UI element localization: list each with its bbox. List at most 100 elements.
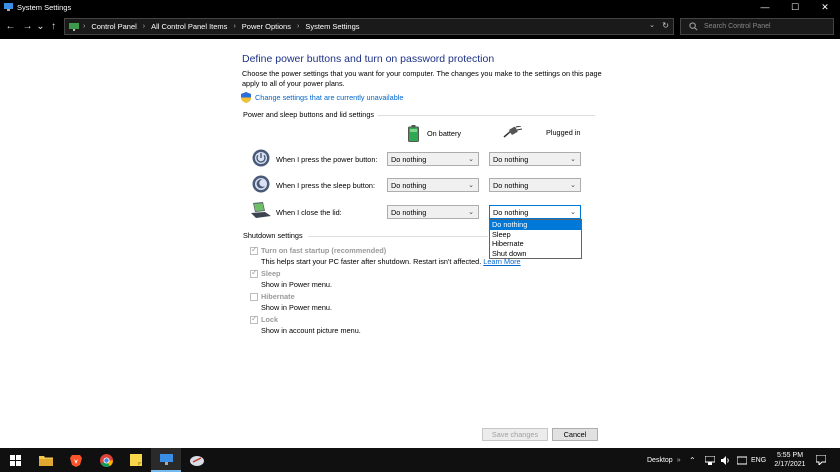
fast-startup-option[interactable]: Turn on fast startup (recommended) — [250, 245, 387, 255]
hibernate-title: Hibernate — [261, 292, 295, 301]
on-battery-label: On battery — [427, 129, 462, 138]
power-section-label: Power and sleep buttons and lid settings — [243, 110, 375, 119]
option-sleep[interactable]: Sleep — [490, 230, 581, 240]
close-lid-label: When I close the lid: — [276, 208, 342, 217]
control-panel-icon — [4, 3, 13, 11]
desktop-toolbar[interactable]: Desktop » — [647, 448, 681, 472]
chrome-icon — [99, 453, 113, 467]
section-divider — [308, 236, 488, 237]
plugged-in-header: Plugged in — [503, 126, 581, 138]
brave-icon — [70, 454, 82, 467]
chevron-up-icon: ⌃ — [689, 455, 696, 465]
sticky-notes-button[interactable] — [121, 448, 151, 472]
sticky-note-icon — [130, 454, 142, 466]
sleep-button-battery-dropdown[interactable]: Do nothing ⌄ — [387, 178, 479, 192]
back-button[interactable]: ← — [4, 21, 17, 32]
option-hibernate[interactable]: Hibernate — [490, 239, 581, 249]
breadcrumb-control-panel[interactable]: Control Panel — [91, 22, 136, 31]
change-settings-link[interactable]: Change settings that are currently unava… — [241, 92, 403, 103]
fast-startup-description: This helps start your PC faster after sh… — [261, 257, 521, 266]
control-panel-icon — [69, 22, 79, 31]
window-controls: — ☐ ✕ — [750, 0, 840, 14]
windows-icon — [9, 454, 21, 466]
search-box[interactable]: Search Control Panel — [680, 18, 834, 35]
file-explorer-button[interactable] — [31, 448, 61, 472]
power-button-plugged-dropdown[interactable]: Do nothing ⌄ — [489, 152, 581, 166]
volume-button[interactable] — [721, 448, 731, 472]
close-lid-battery-dropdown[interactable]: Do nothing ⌄ — [387, 205, 479, 219]
breadcrumb-separator: › — [233, 23, 236, 30]
breadcrumb[interactable]: › Control Panel › All Control Panel Item… — [64, 18, 674, 35]
on-battery-header: On battery — [408, 125, 461, 142]
minimize-button[interactable]: — — [750, 0, 780, 14]
input-indicator[interactable] — [737, 448, 747, 472]
search-input[interactable]: Search Control Panel — [704, 23, 771, 30]
sleep-button-plugged-dropdown[interactable]: Do nothing ⌄ — [489, 178, 581, 192]
power-plug-icon — [503, 126, 522, 138]
refresh-icon[interactable]: ↻ — [662, 21, 669, 30]
sleep-description: Show in Power menu. — [261, 280, 332, 289]
chevron-down-icon: ⌄ — [570, 156, 576, 163]
maximize-button[interactable]: ☐ — [780, 0, 810, 14]
screenshot-tool-button[interactable] — [182, 448, 212, 472]
plugged-in-label: Plugged in — [546, 127, 581, 137]
network-icon-button[interactable] — [705, 448, 715, 472]
save-changes-button[interactable]: Save changes — [482, 428, 548, 441]
chevron-down-icon: ⌄ — [468, 209, 474, 216]
cancel-button[interactable]: Cancel — [552, 428, 598, 441]
hibernate-option[interactable]: Hibernate — [250, 292, 295, 301]
power-button-icon — [252, 149, 270, 167]
sleep-button-icon — [252, 175, 270, 193]
laptop-lid-icon — [251, 202, 271, 218]
title-bar: System Settings — ☐ ✕ — [0, 0, 840, 14]
close-lid-plugged-dropdown[interactable]: Do nothing ⌄ — [489, 205, 581, 219]
keyboard-icon — [737, 456, 747, 464]
lock-checkbox[interactable] — [250, 314, 258, 324]
desktop-label: Desktop — [647, 456, 673, 464]
recent-locations-button[interactable]: ⌄ — [34, 21, 47, 32]
battery-icon — [408, 125, 419, 142]
snipping-tool-icon — [190, 455, 204, 466]
notifications-button[interactable] — [816, 448, 826, 472]
hibernate-checkbox[interactable] — [250, 293, 258, 301]
address-bar: ← → ⌄ ↑ › Control Panel › All Control Pa… — [0, 14, 840, 39]
chevron-down-icon: ⌄ — [570, 209, 576, 216]
close-lid-options-list: Do nothing Sleep Hibernate Shut down — [489, 219, 582, 259]
forward-button[interactable]: → — [21, 21, 34, 32]
clock-date: 2/17/2021 — [774, 461, 806, 468]
fast-startup-title: Turn on fast startup (recommended) — [261, 246, 387, 255]
chrome-button[interactable] — [91, 448, 121, 472]
clock[interactable]: 5:55 PM 2/17/2021 — [770, 451, 810, 469]
brave-browser-button[interactable] — [61, 448, 91, 472]
chevron-down-icon[interactable]: ⌄ — [649, 21, 655, 29]
option-do-nothing[interactable]: Do nothing — [490, 220, 581, 230]
language-indicator[interactable]: ENG — [751, 448, 766, 472]
section-divider — [378, 115, 595, 116]
close-button[interactable]: ✕ — [810, 0, 840, 14]
dialog-footer: Save changes Cancel — [0, 420, 840, 448]
control-panel-icon — [159, 453, 173, 465]
network-icon — [705, 455, 715, 465]
fast-startup-checkbox[interactable] — [250, 245, 258, 255]
power-button-label: When I press the power button: — [276, 155, 378, 164]
up-button[interactable]: ↑ — [47, 21, 60, 32]
shutdown-section-label: Shutdown settings — [243, 231, 303, 240]
control-panel-taskbar-button[interactable] — [151, 448, 181, 472]
breadcrumb-power-options[interactable]: Power Options — [242, 22, 291, 31]
lock-option[interactable]: Lock — [250, 314, 278, 324]
breadcrumb-separator: › — [296, 23, 300, 30]
chevron-right-icon: » — [676, 456, 681, 464]
page-title: Define power buttons and turn on passwor… — [242, 53, 495, 65]
main-content: Define power buttons and turn on passwor… — [0, 39, 840, 421]
power-button-battery-dropdown[interactable]: Do nothing ⌄ — [387, 152, 479, 166]
show-hidden-icons-button[interactable]: ⌃ — [689, 448, 696, 472]
sleep-option[interactable]: Sleep — [250, 268, 280, 278]
chevron-down-icon: ⌄ — [468, 156, 474, 163]
shield-icon — [241, 92, 251, 103]
start-button[interactable] — [0, 448, 30, 472]
sleep-checkbox[interactable] — [250, 268, 258, 278]
learn-more-link[interactable]: Learn More — [483, 257, 520, 266]
breadcrumb-all-items[interactable]: All Control Panel Items — [151, 22, 227, 31]
breadcrumb-system-settings[interactable]: System Settings — [305, 22, 359, 31]
volume-icon — [721, 455, 729, 465]
